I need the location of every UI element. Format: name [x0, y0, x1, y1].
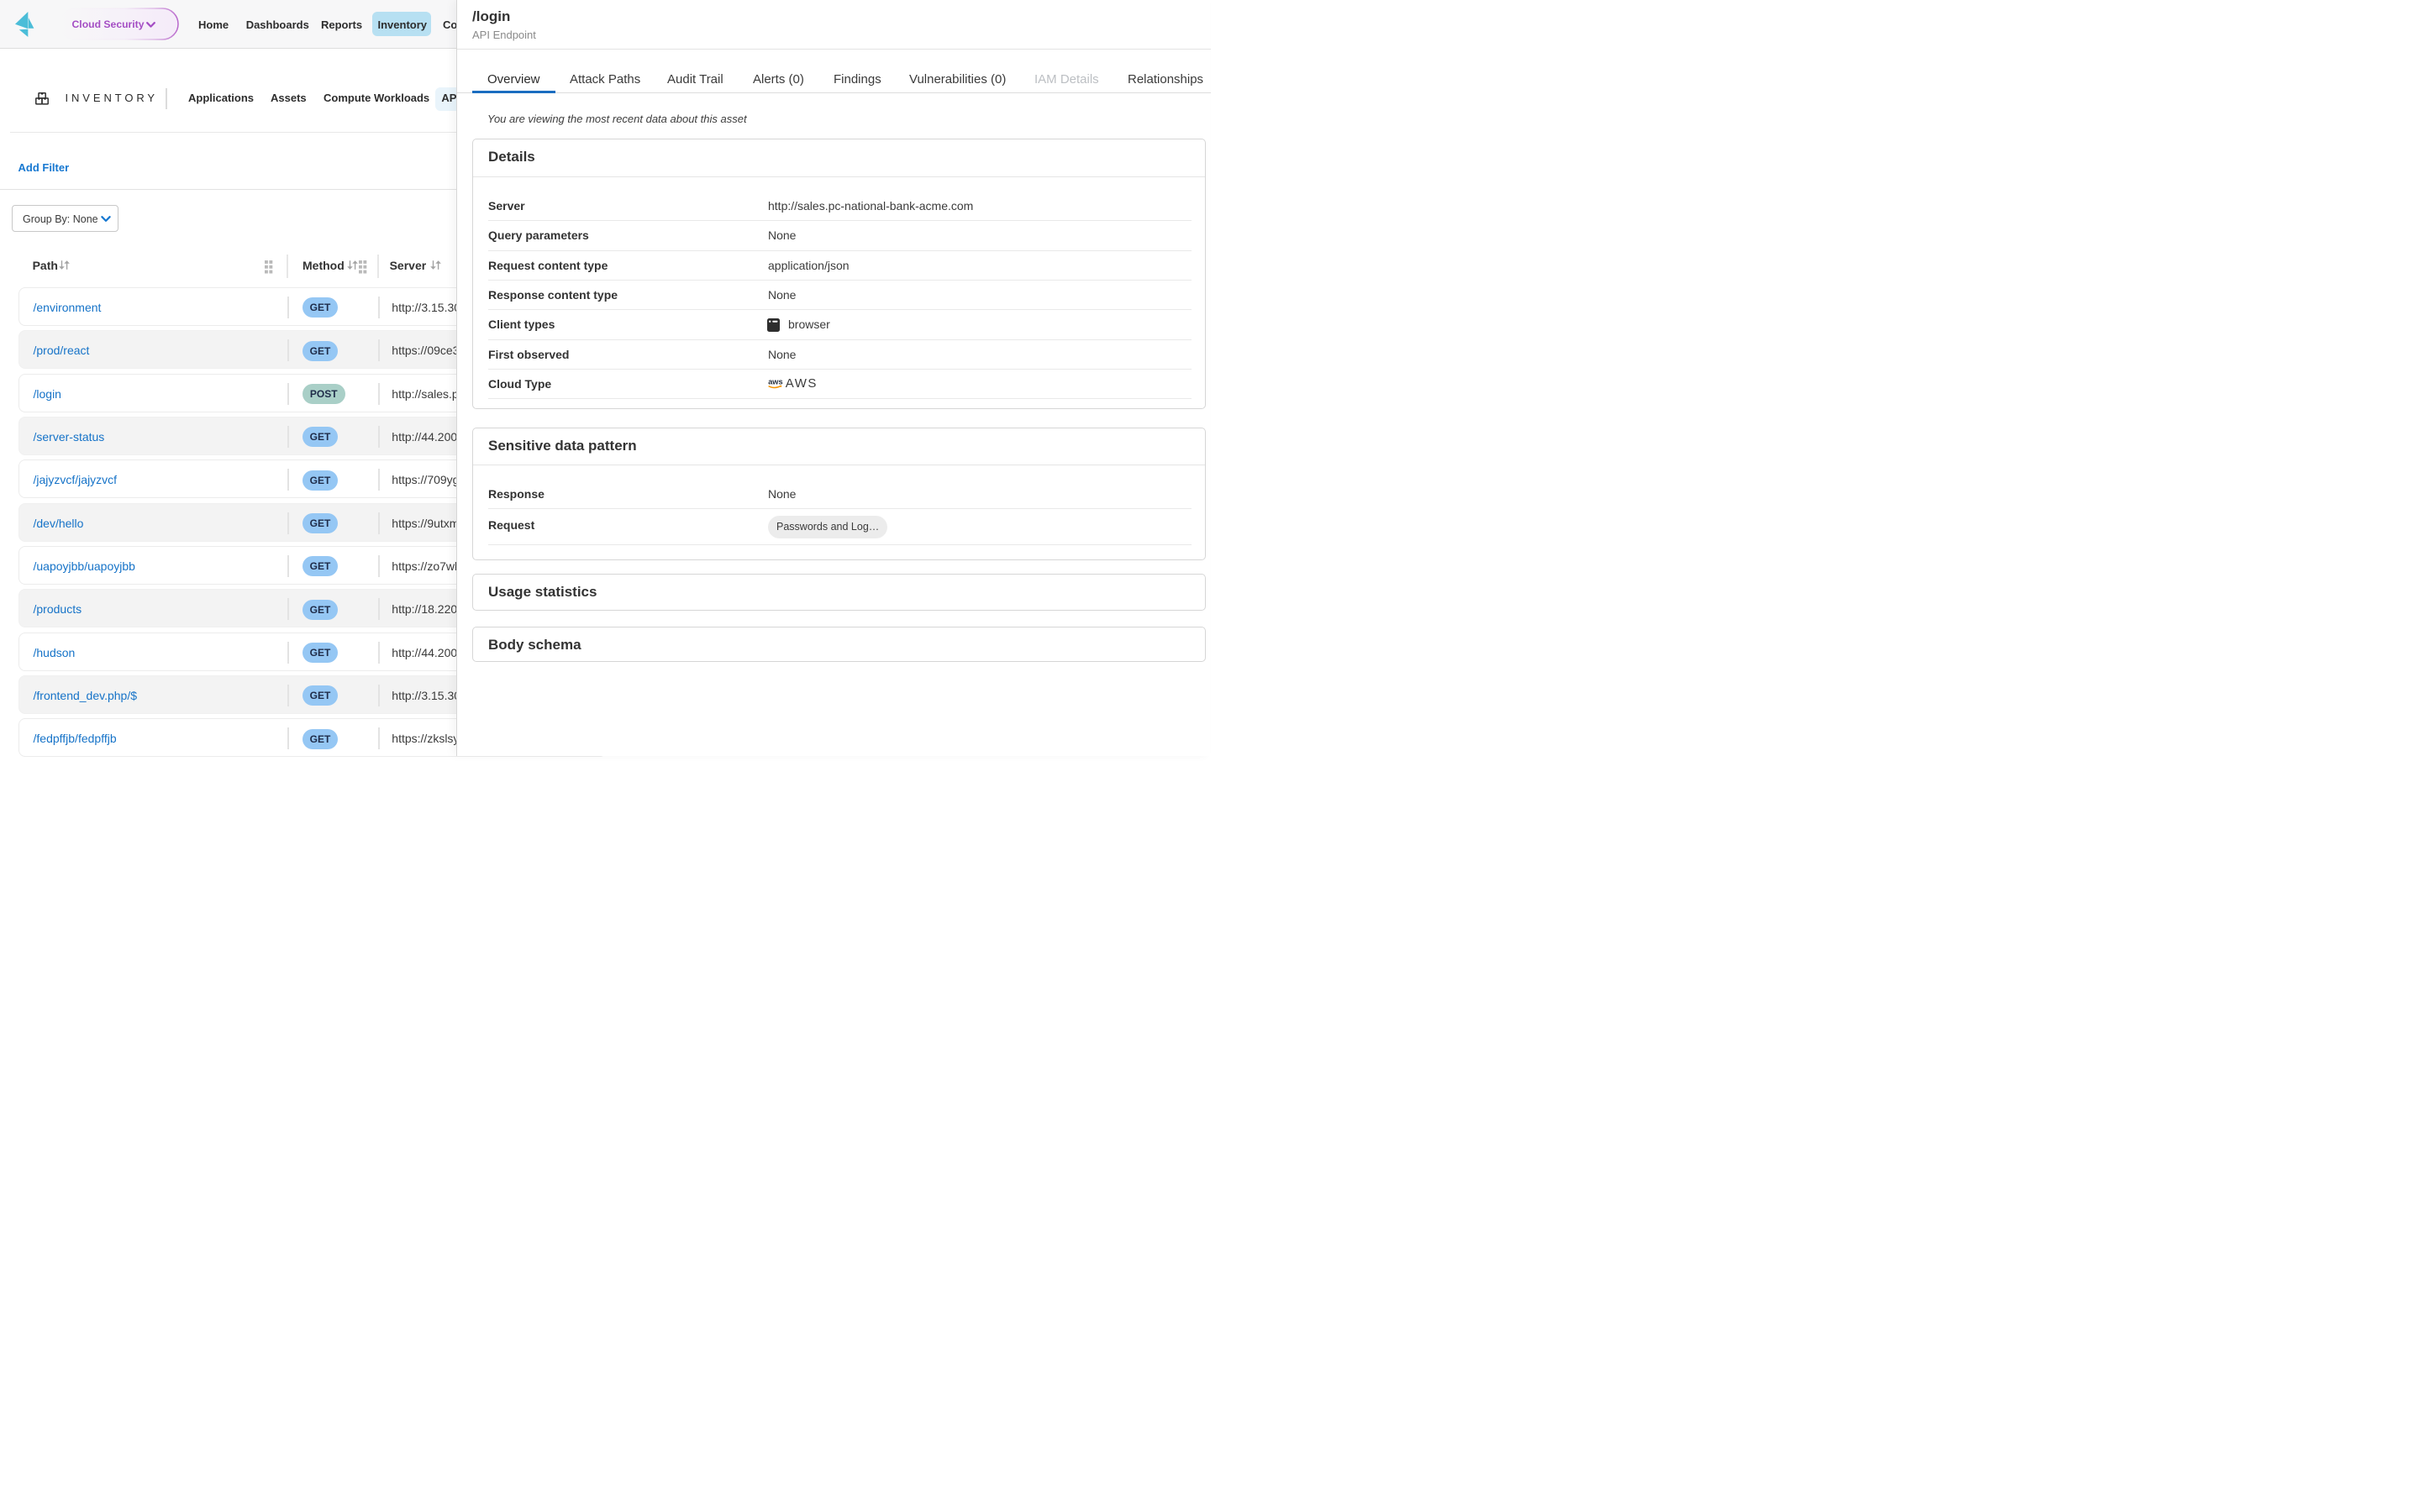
svg-text:aws: aws [768, 378, 782, 386]
